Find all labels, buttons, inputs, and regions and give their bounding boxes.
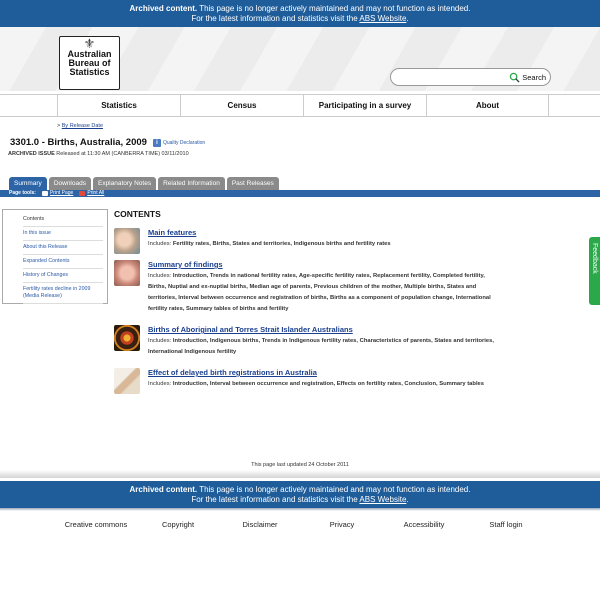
nav-participating[interactable]: Participating in a survey [303,95,426,116]
aboriginal-art-thumbnail [114,325,140,351]
entry-title-delayed-registrations[interactable]: Effect of delayed birth registrations in… [148,368,499,377]
sidebar-item-history[interactable]: History of Changes [23,269,103,283]
search-input[interactable] [397,71,505,83]
release-info: ARCHIVED ISSUE Released at 11:30 AM (CAN… [8,151,189,157]
footer-copyright[interactable]: Copyright [137,520,219,529]
nav-census[interactable]: Census [180,95,303,116]
writing-hand-thumbnail [114,368,140,394]
quality-declaration-link[interactable]: i Quality Declaration [152,138,206,147]
tab-bar: Summary Downloads Explanatory Notes Rela… [9,177,279,190]
banner-period: . [406,13,409,23]
tab-explanatory-notes[interactable]: Explanatory Notes [92,177,157,190]
search-box: Search [390,68,551,86]
sidebar-item-in-this-issue[interactable]: In this issue [23,227,103,241]
search-button-label: Search [522,73,546,82]
archived-label: Archived content. [129,485,198,494]
includes-label: Includes: [148,381,172,387]
entry-includes: Includes: Introduction, Indigenous birth… [148,336,499,358]
entry-title-main-features[interactable]: Main features [148,228,499,237]
list-item: Births of Aboriginal and Torres Strait I… [114,325,499,358]
tab-downloads[interactable]: Downloads [48,177,91,190]
footer-links: Creative commons Copyright Disclaimer Pr… [0,520,600,529]
print-page-button[interactable]: Print Page [41,190,74,197]
list-item: Summary of findings Includes: Introducti… [114,260,499,315]
archived-label: Archived content. [129,4,198,13]
sidebar-item-expanded-contents[interactable]: Expanded Contents [23,255,103,269]
includes-label: Includes: [148,338,172,344]
list-item: Effect of delayed birth registrations in… [114,368,499,394]
entry-includes-text: Fertility rates, Births, States and terr… [172,241,391,247]
latest-info-text: For the latest information and statistic… [191,13,358,23]
print-page-label: Print Page [49,190,74,196]
main-content: CONTENTS Main features Includes: Fertili… [114,209,499,400]
list-item: Main features Includes: Fertility rates,… [114,228,499,254]
includes-label: Includes: [148,241,172,247]
breadcrumb-link[interactable]: By Release Date [62,123,103,129]
search-button[interactable]: Search [509,71,546,84]
tab-past-releases[interactable]: Past Releases [226,177,279,190]
breadcrumb: > By Release Date [57,123,103,129]
banner-shadow [0,508,600,511]
nav-about[interactable]: About [426,95,549,116]
page-tools: Page tools: Print Page Print All [0,190,600,197]
feedback-label: Feedback [591,243,598,274]
sidebar-item-about-release[interactable]: About this Release [23,241,103,255]
latest-info-text: For the latest information and statistic… [191,494,358,504]
print-all-button[interactable]: Print All [79,190,104,197]
entry-includes: Includes: Introduction, Interval between… [148,379,499,390]
footer-creative-commons[interactable]: Creative commons [55,520,137,529]
feedback-tab[interactable]: Feedback [589,237,600,305]
contents-heading: CONTENTS [114,209,161,219]
entry-includes: Includes: Introduction, Trends in nation… [148,271,499,315]
info-icon: i [152,138,161,147]
footer-staff-login[interactable]: Staff login [465,520,547,529]
entry-includes-text: Introduction, Indigenous births, Trends … [148,338,494,355]
release-time: Released at 11:30 AM (CANBERRA TIME) 03/… [56,151,189,157]
site-header: ⚜ Australian Bureau of Statistics Search [0,27,600,91]
quality-declaration-label: Quality Declaration [162,139,206,146]
footer-accessibility[interactable]: Accessibility [383,520,465,529]
page-title-row: 3301.0 - Births, Australia, 2009 i Quali… [10,137,205,148]
archived-banner-top: Archived content. This page is no longer… [0,0,600,27]
logo-line-3: Statistics [69,67,110,77]
entry-title-summary-findings[interactable]: Summary of findings [148,260,499,269]
abs-website-link[interactable]: ABS Website [359,495,406,504]
archived-message: This page is no longer actively maintain… [199,485,471,494]
footer-disclaimer[interactable]: Disclaimer [219,520,301,529]
footer-privacy[interactable]: Privacy [301,520,383,529]
printer-icon [41,191,48,196]
archived-issue-label: ARCHIVED ISSUE [8,151,55,157]
page-tools-label: Page tools: [9,190,36,196]
pdf-icon [79,191,86,196]
entry-includes-text: Introduction, Interval between occurrenc… [172,381,484,387]
sidebar: Contents In this issue About this Releas… [2,209,108,304]
last-updated: This page last updated 24 October 2011 [251,462,349,468]
sidebar-item-contents: Contents [23,213,103,227]
abs-logo[interactable]: ⚜ Australian Bureau of Statistics [59,36,120,90]
breadcrumb-separator: > [57,123,61,129]
page-title: 3301.0 - Births, Australia, 2009 [10,137,147,148]
archived-message: This page is no longer actively maintain… [199,4,471,13]
sidebar-item-media-release[interactable]: Fertility rates decline in 2009 (Media R… [23,283,103,304]
archived-banner-bottom: Archived content. This page is no longer… [0,481,600,508]
footer-divider [0,470,600,478]
abs-website-link[interactable]: ABS Website [359,14,406,23]
search-icon [509,72,520,83]
tab-summary[interactable]: Summary [9,177,47,190]
entry-title-indigenous-births[interactable]: Births of Aboriginal and Torres Strait I… [148,325,499,334]
banner-period: . [406,494,409,504]
includes-label: Includes: [148,273,172,279]
main-nav: Statistics Census Participating in a sur… [0,94,600,117]
nav-statistics[interactable]: Statistics [57,95,180,116]
newborn-photo-thumbnail [114,260,140,286]
entry-includes: Includes: Fertility rates, Births, State… [148,239,499,250]
tab-related-information[interactable]: Related Information [158,177,225,190]
baby-photo-thumbnail [114,228,140,254]
entry-includes-text: Introduction, Trends in national fertili… [148,273,491,312]
print-all-label: Print All [87,190,105,196]
